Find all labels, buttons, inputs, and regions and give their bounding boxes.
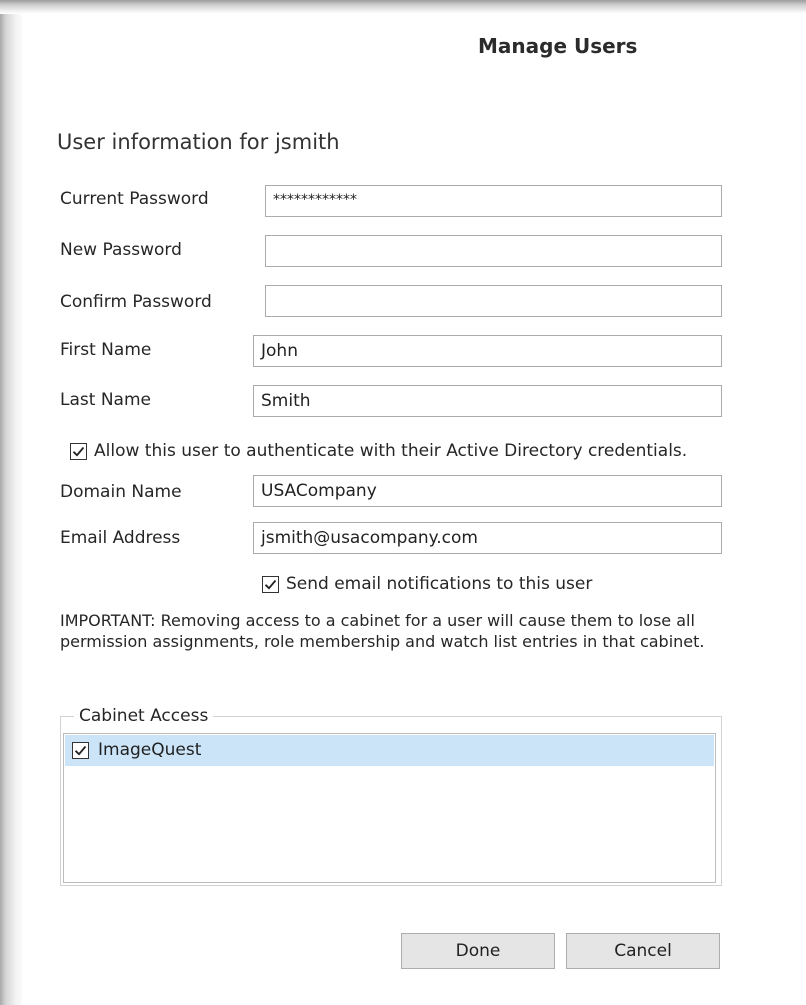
checkmark-icon — [264, 579, 277, 590]
important-note: IMPORTANT: Removing access to a cabinet … — [60, 611, 705, 651]
confirm-password-label: Confirm Password — [60, 292, 212, 312]
current-password-label: Current Password — [60, 189, 209, 209]
window-top-shadow — [0, 0, 806, 14]
cabinet-checkbox[interactable] — [72, 742, 89, 759]
cabinet-access-legend: Cabinet Access — [74, 706, 214, 726]
list-item[interactable]: ImageQuest — [65, 735, 714, 766]
first-name-label: First Name — [60, 340, 152, 360]
ad-auth-checkbox[interactable] — [70, 443, 87, 460]
done-button[interactable]: Done — [401, 933, 555, 969]
new-password-field[interactable] — [265, 235, 722, 267]
confirm-password-field[interactable] — [265, 285, 722, 317]
cabinet-list[interactable]: ImageQuest — [63, 733, 716, 883]
checkmark-icon — [74, 745, 87, 756]
current-password-field[interactable]: ************ — [265, 185, 722, 217]
email-notifications-label: Send email notifications to this user — [286, 574, 593, 594]
new-password-label: New Password — [60, 240, 182, 260]
last-name-field[interactable]: Smith — [253, 385, 722, 417]
ad-auth-label: Allow this user to authenticate with the… — [94, 441, 688, 461]
email-address-label: Email Address — [60, 528, 181, 548]
dialog-title: Manage Users — [478, 34, 638, 58]
email-notifications-checkbox[interactable] — [262, 576, 279, 593]
cabinet-item-label: ImageQuest — [98, 740, 202, 760]
user-info-heading: User information for jsmith — [57, 130, 340, 154]
cancel-button[interactable]: Cancel — [566, 933, 720, 969]
domain-name-label: Domain Name — [60, 482, 182, 502]
last-name-label: Last Name — [60, 390, 151, 410]
email-address-field[interactable]: jsmith@usacompany.com — [253, 522, 722, 554]
checkmark-icon — [72, 446, 85, 457]
first-name-field[interactable]: John — [253, 335, 722, 367]
domain-name-field[interactable]: USACompany — [253, 475, 722, 507]
